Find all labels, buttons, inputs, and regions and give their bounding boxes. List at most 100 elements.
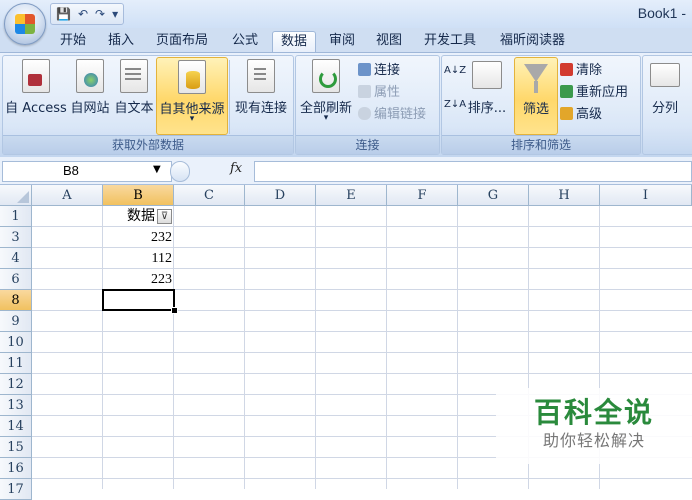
formula-bar-expander[interactable] [170, 161, 190, 182]
cell-b4[interactable]: 112 [103, 248, 174, 269]
save-icon[interactable]: 💾 [56, 7, 71, 21]
properties-button[interactable]: 属性 [358, 81, 400, 100]
from-web-button[interactable]: 自网站 [68, 57, 112, 133]
funnel-icon [524, 64, 548, 82]
gridline [457, 206, 458, 489]
from-text-button[interactable]: 自文本 [112, 57, 156, 133]
fill-handle[interactable] [171, 307, 178, 314]
dropdown-arrow-icon: ▾ [323, 113, 329, 123]
row-header-12[interactable]: 12 [0, 374, 32, 395]
filter-dropdown-icon[interactable]: ⊽ [157, 209, 172, 224]
tab-view[interactable]: 视图 [368, 31, 410, 52]
active-cell-b8[interactable] [102, 289, 175, 311]
database-icon [178, 60, 206, 94]
row-header-10[interactable]: 10 [0, 332, 32, 353]
office-button[interactable] [4, 3, 46, 45]
row-header-8[interactable]: 8 [0, 290, 32, 311]
text-to-columns-button[interactable]: 分列 [644, 57, 686, 133]
row-header-17[interactable]: 17 [0, 479, 32, 500]
from-access-button[interactable]: 自 Access [4, 57, 68, 133]
tab-page-layout[interactable]: 页面布局 [148, 31, 216, 52]
properties-icon [358, 85, 371, 98]
sort-a-to-z-button[interactable]: A↓Z [444, 66, 466, 76]
existing-connections-icon [247, 59, 275, 93]
advanced-icon [560, 107, 573, 120]
name-box-dropdown-icon[interactable]: ▼ [153, 164, 161, 175]
undo-icon[interactable]: ↶ [78, 7, 88, 21]
row-header-11[interactable]: 11 [0, 353, 32, 374]
window-title: Book1 - [637, 5, 686, 21]
tab-review[interactable]: 审阅 [321, 31, 363, 52]
column-header-g[interactable]: G [458, 185, 529, 206]
quick-access-toolbar: 💾 ↶ ↷ ▾ [50, 3, 125, 25]
clear-filter-button[interactable]: 清除 [560, 59, 602, 78]
edit-links-button[interactable]: 编辑链接 [358, 103, 426, 122]
office-logo-icon [15, 14, 35, 34]
group-label: 获取外部数据 [3, 135, 293, 154]
insert-function-icon[interactable]: fx [230, 161, 242, 176]
tab-data[interactable]: 数据 [272, 31, 317, 53]
watermark-title: 百科全说 [533, 396, 654, 429]
corner-triangle-icon [17, 191, 29, 203]
connections-button[interactable]: 连接 [358, 59, 400, 78]
redo-icon[interactable]: ↷ [95, 7, 105, 21]
globe-icon [76, 59, 104, 93]
column-header-a[interactable]: A [32, 185, 103, 206]
sort-button[interactable]: 排序... [466, 57, 508, 133]
sort-z-to-a-button[interactable]: Z↓A [444, 100, 466, 110]
group-label: 连接 [296, 135, 439, 154]
row-header-15[interactable]: 15 [0, 437, 32, 458]
name-box[interactable]: B8 ▼ [2, 161, 172, 182]
from-other-sources-button[interactable]: 自其他来源 ▾ [156, 57, 228, 135]
refresh-icon [312, 59, 340, 93]
existing-connections-button[interactable]: 现有连接 [232, 57, 290, 133]
tab-insert[interactable]: 插入 [100, 31, 142, 52]
tab-formulas[interactable]: 公式 [224, 31, 266, 52]
text-to-columns-icon [650, 63, 680, 87]
gridline [315, 206, 316, 489]
column-header-c[interactable]: C [174, 185, 245, 206]
filter-button[interactable]: 筛选 [514, 57, 558, 135]
gridline [32, 352, 692, 353]
reapply-icon [560, 85, 573, 98]
text-file-icon [120, 59, 148, 93]
column-header-b[interactable]: B [103, 185, 174, 206]
advanced-filter-button[interactable]: 高级 [560, 103, 602, 122]
cell-b3[interactable]: 232 [103, 227, 174, 248]
row-header-3[interactable]: 3 [0, 227, 32, 248]
tab-foxit-reader[interactable]: 福昕阅读器 [492, 31, 573, 52]
tab-developer[interactable]: 开发工具 [416, 31, 484, 52]
dropdown-arrow-icon: ▾ [189, 114, 195, 124]
gridline [32, 478, 692, 479]
row-header-13[interactable]: 13 [0, 395, 32, 416]
row-header-16[interactable]: 16 [0, 458, 32, 479]
row-header-14[interactable]: 14 [0, 416, 32, 437]
refresh-all-button[interactable]: 全部刷新 ▾ [297, 57, 355, 133]
tab-home[interactable]: 开始 [52, 31, 94, 52]
sort-dialog-icon [472, 61, 502, 89]
access-icon [22, 59, 50, 93]
reapply-button[interactable]: 重新应用 [560, 81, 628, 100]
column-header-f[interactable]: F [387, 185, 458, 206]
column-header-d[interactable]: D [245, 185, 316, 206]
connections-icon [358, 63, 371, 76]
gridline [244, 206, 245, 489]
select-all-corner[interactable] [0, 185, 32, 206]
row-header-1[interactable]: 1 [0, 206, 32, 227]
link-icon [358, 107, 371, 120]
customize-qat-icon[interactable]: ▾ [112, 7, 118, 21]
group-label: 排序和筛选 [442, 135, 640, 154]
cell-b1[interactable]: 数据 [103, 206, 157, 227]
gridline [32, 373, 692, 374]
gridline [386, 206, 387, 489]
column-header-i[interactable]: I [600, 185, 692, 206]
row-header-9[interactable]: 9 [0, 311, 32, 332]
watermark: 百科全说 助你轻松解决 [496, 388, 692, 464]
row-header-4[interactable]: 4 [0, 248, 32, 269]
formula-input[interactable] [254, 161, 692, 182]
column-header-e[interactable]: E [316, 185, 387, 206]
row-header-6[interactable]: 6 [0, 269, 32, 290]
column-header-h[interactable]: H [529, 185, 600, 206]
cell-b6[interactable]: 223 [103, 269, 174, 290]
separator [229, 60, 230, 134]
